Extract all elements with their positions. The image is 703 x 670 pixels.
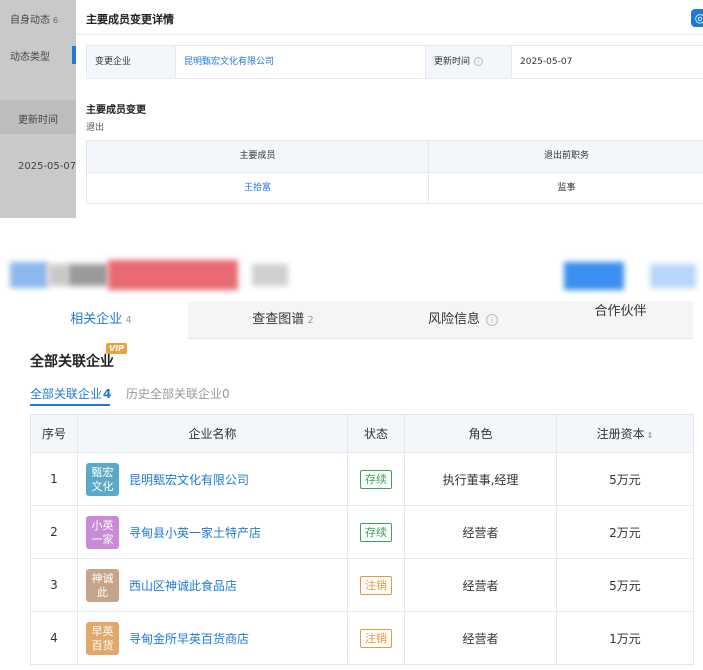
status-cell: 存续: [347, 452, 405, 506]
change-company-label: 变更企业: [87, 46, 175, 78]
role-cell: 执行董事,经理: [404, 452, 557, 506]
related-companies-table: 序号 企业名称 状态 角色 注册资本 ⇕ 1 甄宏 文化 昆明甄宏文化有限公司 存续 执行董…: [30, 414, 694, 665]
row-number: 1: [30, 452, 78, 506]
row-number: 4: [30, 611, 78, 665]
company-cell: 甄宏 文化 昆明甄宏文化有限公司: [77, 452, 348, 506]
status-badge: 存续: [360, 522, 392, 542]
info-icon[interactable]: i: [486, 313, 498, 326]
role-cell: 经营者: [404, 558, 557, 612]
capital-cell: 5万元: [556, 452, 694, 506]
redacted-block: [10, 262, 48, 288]
company-logo: 神诚此: [86, 568, 119, 602]
row-number: 2: [30, 505, 78, 559]
section-title: 全部关联企业: [30, 354, 114, 370]
tab-graph[interactable]: 查查图谱 2: [188, 301, 378, 339]
status-cell: 存续: [347, 505, 405, 559]
company-cell: 小英 一家 寻甸县小英一家土特产店: [77, 505, 348, 559]
column-header: 主要成员: [87, 141, 428, 172]
column-header: 退出前职务: [428, 141, 703, 172]
subtab-history-related[interactable]: 历史全部关联企业0: [126, 385, 230, 402]
section-subtitle: 退出: [86, 123, 105, 133]
modal-title: 主要成员变更详情: [86, 13, 174, 26]
section-title: 主要成员变更: [86, 105, 146, 116]
table-header-row: 序号 企业名称 状态 角色 注册资本 ⇕: [30, 414, 694, 453]
table-row[interactable]: 3 神诚此西山区神诚此食品店 注销 经营者 5万元: [30, 558, 694, 612]
company-cell: 早英 百货 寻甸金所早英百货商店: [77, 611, 348, 665]
redacted-block: [252, 264, 288, 286]
filter-label: 动态类型: [10, 52, 50, 63]
company-logo: 甄宏 文化: [86, 462, 119, 496]
company-logo: 小英 一家: [86, 515, 119, 549]
redacted-block: [68, 264, 108, 286]
table-row[interactable]: 1 甄宏 文化 昆明甄宏文化有限公司 存续 执行董事,经理 5万元: [30, 452, 694, 506]
status-cell: 注销: [347, 611, 405, 665]
change-detail-panel: 自身动态 6 动态类型 更新时间 2025-05-07 主要成员变更详情 ◎ 变更…: [0, 0, 703, 218]
change-company-link[interactable]: 昆明甄宏文化有限公司: [175, 46, 425, 78]
company-name-link[interactable]: 西山区神诚此食品店: [129, 577, 237, 594]
member-table: 主要成员 退出前职务 王拾富 监事: [86, 140, 703, 204]
redacted-block: [564, 262, 624, 290]
capital-cell: 2万元: [556, 505, 694, 559]
role-cell: 经营者: [404, 611, 557, 665]
tab-risk-info[interactable]: 风险信息 i: [378, 301, 548, 339]
app-logo-icon[interactable]: ◎: [691, 9, 703, 27]
info-icon[interactable]: i: [474, 57, 484, 66]
member-name-link[interactable]: 王拾富: [87, 172, 428, 203]
change-detail-modal: 主要成员变更详情 ◎ 变更企业 昆明甄宏文化有限公司 更新时间 i 2025-05…: [76, 0, 703, 218]
redacted-block: [48, 264, 68, 286]
row-number: 3: [30, 558, 78, 612]
active-tab-indicator: [30, 404, 110, 406]
vip-badge: VIP: [106, 343, 128, 354]
capital-cell: 5万元: [556, 558, 694, 612]
column-header-capital[interactable]: 注册资本 ⇕: [556, 414, 694, 453]
tab-partners[interactable]: 合作伙伴: [548, 301, 693, 339]
company-cell: 神诚此西山区神诚此食品店: [77, 558, 348, 612]
company-name-link[interactable]: 寻甸县小英一家土特产店: [129, 524, 261, 541]
left-panel-title: 自身动态 6: [10, 15, 59, 26]
company-logo: 早英 百货: [86, 621, 119, 655]
status-badge: 注销: [360, 575, 392, 595]
sort-icon[interactable]: ⇕: [647, 431, 654, 440]
company-name-link[interactable]: 寻甸金所早英百货商店: [129, 630, 249, 647]
table-row[interactable]: 4 早英 百货 寻甸金所早英百货商店 注销 经营者 1万元: [30, 611, 694, 665]
divider: [76, 34, 703, 35]
status-badge: 注销: [360, 628, 392, 648]
subtab-all-related[interactable]: 全部关联企业4: [30, 385, 111, 402]
left-panel: 自身动态 6 动态类型 更新时间 2025-05-07: [0, 0, 76, 218]
role-cell: 经营者: [404, 505, 557, 559]
column-header: 状态: [347, 414, 405, 453]
update-time-value: 2025-05-07: [18, 161, 77, 172]
status-cell: 注销: [347, 558, 405, 612]
redacted-block: [108, 260, 238, 290]
company-name-link[interactable]: 昆明甄宏文化有限公司: [129, 471, 249, 488]
tab-bar: 相关企业 4 查查图谱 2 风险信息 i 合作伙伴: [14, 301, 693, 339]
redacted-strip: [0, 248, 703, 300]
info-row: 变更企业 昆明甄宏文化有限公司 更新时间 i 2025-05-07: [86, 45, 703, 79]
capital-cell: 1万元: [556, 611, 694, 665]
update-time-value: 2025-05-07: [511, 46, 703, 78]
column-header: 企业名称: [77, 414, 348, 453]
table-row[interactable]: 2 小英 一家 寻甸县小英一家土特产店 存续 经营者 2万元: [30, 505, 694, 559]
member-role: 监事: [428, 172, 703, 203]
update-time-label: 更新时间: [18, 115, 58, 126]
column-header: 角色: [404, 414, 557, 453]
column-header: 序号: [30, 414, 78, 453]
redacted-block: [650, 264, 696, 288]
update-time-label: 更新时间 i: [425, 46, 511, 78]
status-badge: 存续: [360, 469, 392, 489]
tab-related-companies[interactable]: 相关企业 4: [14, 301, 188, 339]
